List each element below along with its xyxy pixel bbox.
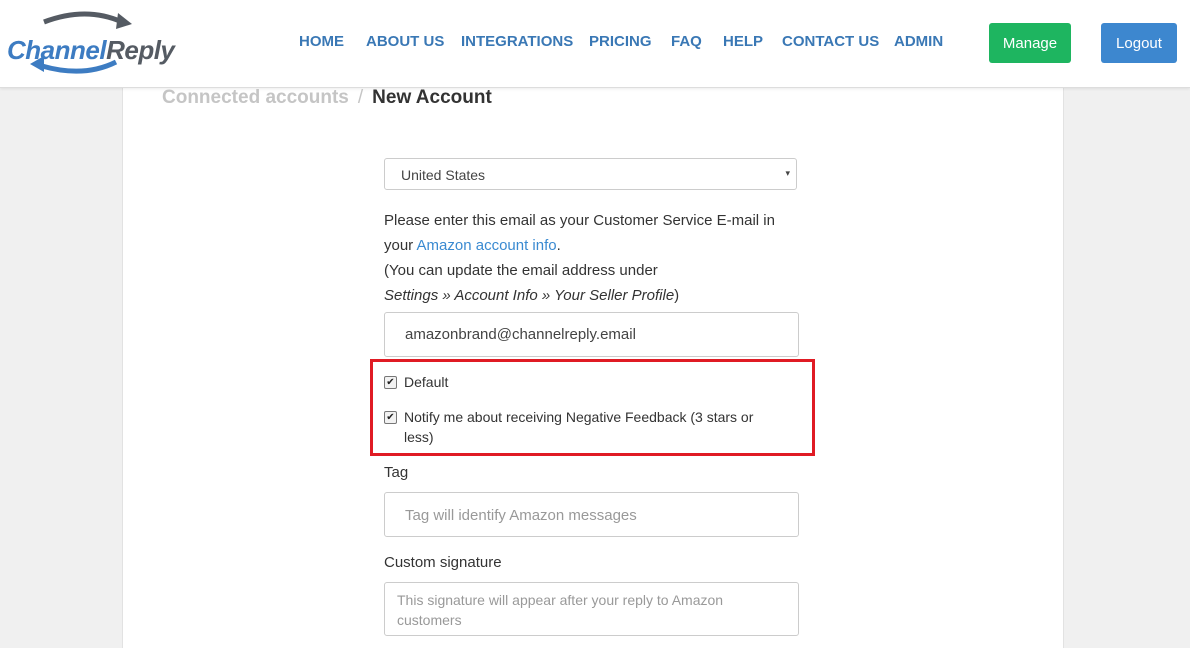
nav-pricing[interactable]: PRICING [589,33,652,50]
signature-placeholder-line2: customers [397,612,462,628]
country-select[interactable]: United States ▾ [384,158,797,190]
negative-feedback-label-line2: less) [404,429,434,445]
default-checkbox[interactable]: ✔ [384,376,397,389]
nav-faq[interactable]: FAQ [671,33,702,50]
tag-placeholder: Tag will identify Amazon messages [405,507,637,524]
breadcrumb-connected-accounts[interactable]: Connected accounts [162,87,349,108]
instructions-close-paren: ) [674,287,680,304]
breadcrumb: Connected accounts / New Account [162,87,492,109]
logo-wordmark: ChannelReply [7,35,175,65]
custom-signature-label: Custom signature [384,554,502,571]
signature-placeholder-line1: This signature will appear after your re… [397,592,724,608]
top-navbar: ChannelReply HOME ABOUT US INTEGRATIONS … [0,0,1190,88]
email-field[interactable]: amazonbrand@channelreply.email [384,312,799,357]
chevron-down-icon: ▾ [785,168,790,178]
nav-help[interactable]: HELP [723,33,763,50]
amazon-account-info-link[interactable]: Amazon account info [417,237,557,254]
nav-admin[interactable]: ADMIN [894,33,943,50]
page-title: New Account [372,87,492,108]
nav-contact-us[interactable]: CONTACT US [782,33,879,50]
manage-button[interactable]: Manage [989,23,1071,63]
instructions-period: . [556,237,561,254]
nav-home[interactable]: HOME [299,33,344,50]
nav-about-us[interactable]: ABOUT US [366,33,444,50]
logout-button[interactable]: Logout [1101,23,1177,63]
breadcrumb-separator: / [357,87,364,108]
negative-feedback-label: Notify me about receiving Negative Feedb… [404,407,753,447]
default-checkbox-row: ✔ Default [384,372,804,394]
default-checkbox-label: Default [404,374,449,390]
channelreply-logo[interactable]: ChannelReply [4,10,175,76]
negative-feedback-checkbox-row: ✔ Notify me about receiving Negative Fee… [384,407,804,451]
settings-path: Settings » Account Info » Your Seller Pr… [384,287,675,304]
email-instructions: Please enter this email as your Customer… [384,208,804,308]
negative-feedback-checkbox[interactable]: ✔ [384,411,397,424]
custom-signature-textarea[interactable]: This signature will appear after your re… [384,582,799,636]
tag-label: Tag [384,464,409,481]
tag-input[interactable]: Tag will identify Amazon messages [384,492,799,537]
negative-feedback-label-line1: Notify me about receiving Negative Feedb… [404,409,754,425]
country-select-value: United States [401,167,486,183]
email-field-value: amazonbrand@channelreply.email [405,326,636,343]
instructions-update-note: (You can update the email address under [384,262,658,279]
nav-integrations[interactable]: INTEGRATIONS [461,33,573,50]
